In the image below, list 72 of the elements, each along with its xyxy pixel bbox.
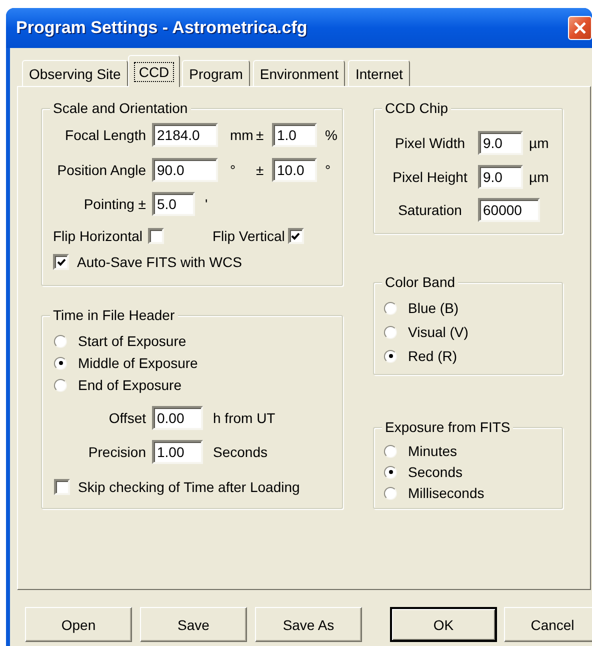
radio-button[interactable]: [54, 356, 67, 370]
tab[interactable]: Observing Site: [22, 60, 128, 86]
label: Pointing ±: [82, 196, 146, 212]
dialog-button[interactable]: Cancel: [504, 607, 592, 642]
unit-label: µm: [529, 168, 549, 186]
label: Pixel Height: [392, 168, 468, 186]
dialog-button[interactable]: Save: [140, 607, 247, 642]
input-field[interactable]: 1.0: [272, 123, 317, 147]
checkbox-label: Flip Horizontal: [53, 228, 142, 244]
checkbox[interactable]: [54, 479, 70, 495]
plus-minus-label: ±: [256, 126, 265, 144]
radio-label: Red (R): [408, 348, 458, 364]
unit-label: %: [325, 126, 338, 144]
checkbox-label: Auto-Save FITS with WCS: [77, 254, 242, 270]
unit-label: ': [205, 196, 208, 212]
check-mark-icon: [56, 258, 66, 266]
radio-label: Minutes: [408, 442, 458, 460]
label: Saturation: [397, 202, 463, 218]
radio-label: Blue (B): [408, 300, 459, 316]
unit-label: µm: [529, 134, 549, 152]
input-field[interactable]: 90.0: [152, 158, 218, 182]
label: Offset: [108, 410, 146, 426]
dialog-button[interactable]: Save As: [255, 607, 362, 642]
radio-label: Middle of Exposure: [78, 354, 198, 372]
input-field[interactable]: 60000: [478, 198, 540, 222]
checkbox[interactable]: [288, 228, 304, 244]
radio-label: Seconds: [408, 464, 462, 480]
radio-button[interactable]: [384, 350, 397, 362]
checkbox-label: Flip Vertical: [212, 228, 285, 244]
unit-label: mm: [230, 126, 254, 144]
close-button[interactable]: [568, 16, 592, 40]
window-title: Program Settings - Astrometrica.cfg: [16, 18, 308, 38]
input-field[interactable]: 1.00: [152, 440, 203, 464]
radio-button[interactable]: [384, 326, 397, 338]
radio-label: Start of Exposure: [78, 332, 186, 350]
radio-button[interactable]: [384, 486, 397, 500]
checkbox[interactable]: [148, 228, 164, 244]
group-title: Exposure from FITS: [382, 419, 514, 436]
radio-button[interactable]: [384, 444, 397, 458]
unit-label: Seconds: [213, 444, 268, 460]
radio-button[interactable]: [54, 334, 67, 348]
radio-label: Milliseconds: [408, 484, 484, 502]
radio-label: End of Exposure: [78, 376, 182, 394]
checkbox-label: Skip checking of Time after Loading: [78, 478, 300, 496]
tab[interactable]: Program: [182, 60, 250, 86]
plus-minus-label: ±: [256, 162, 265, 178]
close-icon: [574, 22, 586, 34]
tab[interactable]: CCD: [128, 55, 180, 87]
radio-button[interactable]: [384, 466, 397, 478]
input-field[interactable]: 9.0: [478, 165, 523, 189]
label: Focal Length: [64, 126, 146, 144]
dialog-button[interactable]: OK: [390, 607, 497, 642]
input-field[interactable]: 9.0: [478, 131, 523, 155]
check-mark-icon: [291, 232, 300, 240]
input-field[interactable]: 5.0: [152, 192, 195, 216]
checkbox[interactable]: [53, 254, 69, 270]
unit-label: °: [230, 162, 237, 178]
label: Precision: [87, 444, 146, 460]
radio-button[interactable]: [54, 378, 67, 392]
label: Position Angle: [56, 162, 146, 178]
unit-label: °: [325, 162, 331, 178]
input-field[interactable]: 0.00: [152, 406, 203, 430]
label: Pixel Width: [394, 134, 466, 152]
group-title: CCD Chip: [382, 100, 452, 117]
tab[interactable]: Internet: [348, 60, 410, 86]
tab[interactable]: Environment: [252, 60, 346, 86]
dialog-button[interactable]: Open: [25, 607, 132, 642]
input-field[interactable]: 10.0: [272, 158, 317, 182]
unit-label: h from UT: [213, 410, 276, 426]
radio-label: Visual (V): [408, 324, 468, 340]
input-field[interactable]: 2184.0: [152, 123, 218, 147]
radio-button[interactable]: [384, 302, 397, 314]
